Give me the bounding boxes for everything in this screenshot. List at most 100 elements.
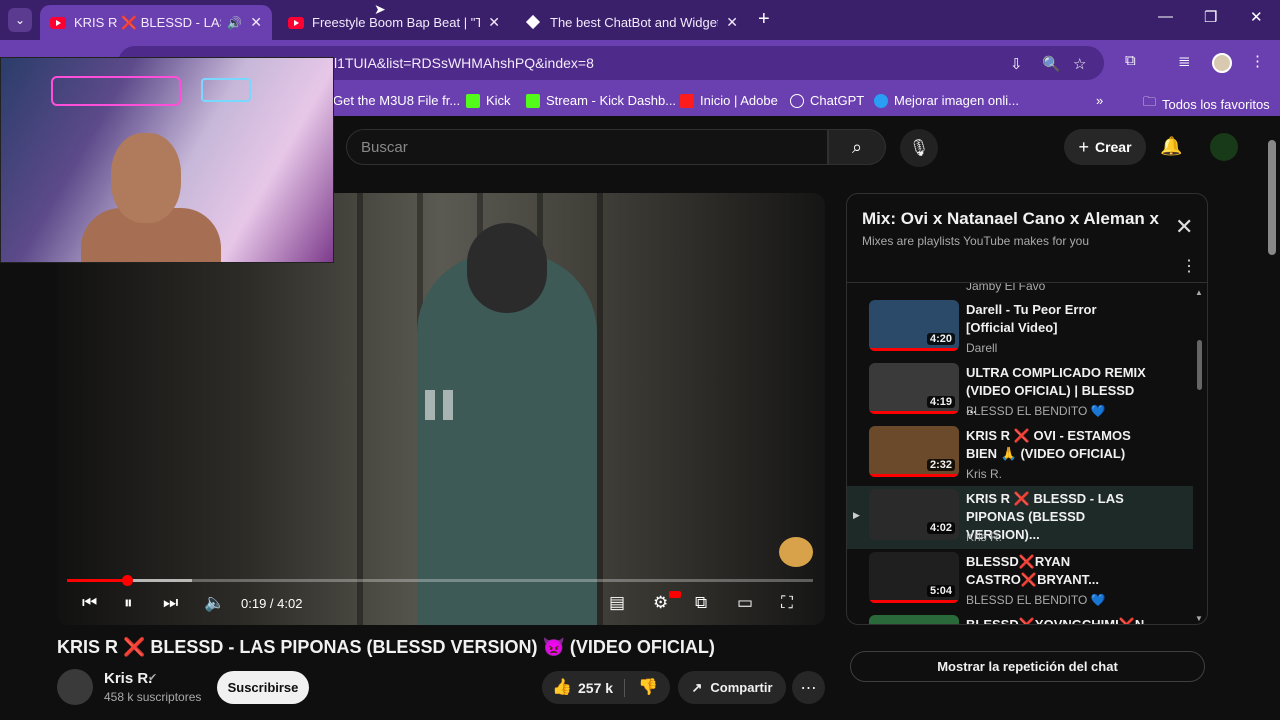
playlist-item[interactable]: 4:19 ULTRA COMPLICADO REMIX (VIDEO OFICI… [847, 360, 1193, 423]
tab-search-button[interactable]: ⌄ [8, 8, 32, 32]
all-favorites-folder[interactable]: 🗀 Todos los favoritos [1143, 93, 1270, 115]
item-title[interactable]: KRIS R ❌ OVI - ESTAMOS BIEN 🙏 (VIDEO OFI… [966, 427, 1146, 463]
settings-gear-icon[interactable]: ⚙ [653, 593, 668, 613]
thumbs-down-icon[interactable]: 👎 [638, 677, 658, 697]
bookmark-mejorar-imagen[interactable]: Mejorar imagen onli... [874, 93, 1019, 108]
subtitles-icon[interactable]: ▤ [609, 593, 625, 613]
browser-menu-icon[interactable]: ⋮ [1250, 52, 1265, 70]
more-actions-button[interactable]: ⋯ [792, 671, 825, 704]
url-text: l1TUIA&list=RDSsWHMAhshPQ&index=8 [334, 55, 594, 71]
like-divider [624, 679, 625, 697]
verified-badge-icon: ✔ [148, 672, 158, 684]
youtube-icon [288, 16, 304, 29]
like-dislike-group: 👍 257 k 👎 [542, 671, 670, 704]
kick-icon [526, 93, 540, 108]
playlist-menu-icon[interactable]: ⋮ [1181, 256, 1197, 276]
tab-chatbot-widgets[interactable]: The best ChatBot and Widgets ✕ [516, 5, 748, 40]
streamer-face [111, 133, 181, 223]
scroll-down-icon[interactable]: ▼ [1195, 614, 1203, 623]
bookmark-m3u8[interactable]: Get the M3U8 File fr... [333, 93, 460, 108]
tab-kris-r[interactable]: KRIS R ❌ BLESSD - LAS PIPONAS 🔊 ✕ [40, 5, 272, 40]
zoom-icon[interactable]: 🔍 [1042, 55, 1061, 73]
playlist-scrollbar[interactable] [1197, 340, 1202, 390]
progress-scrubber[interactable] [121, 575, 133, 586]
video-thumbnail[interactable] [869, 615, 959, 624]
pause-icon[interactable]: ⏸ [124, 593, 133, 613]
partial-item-channel: Jamby El Favo [966, 283, 1046, 293]
tab-title: Freestyle Boom Bap Beat | "TEN [312, 15, 481, 30]
playlist-item[interactable]: 2:32 KRIS R ❌ OVI - ESTAMOS BIEN 🙏 (VIDE… [847, 423, 1193, 486]
create-button[interactable]: + Crear [1064, 129, 1146, 165]
bookmark-adobe[interactable]: Inicio | Adobe [680, 93, 778, 108]
bookmark-star-icon[interactable]: ☆ [1073, 55, 1086, 73]
video-thumbnail[interactable]: 4:20 [869, 300, 959, 351]
install-app-icon[interactable]: ⇩ [1010, 55, 1023, 73]
window-close-icon[interactable]: ✕ [1250, 8, 1263, 26]
microphone-icon: 🎙 [908, 140, 930, 157]
channel-avatar[interactable] [57, 669, 93, 705]
video-thumbnail[interactable]: 5:04 [869, 552, 959, 603]
video-thumbnail[interactable]: 4:02 [869, 489, 959, 540]
item-title[interactable]: Darell - Tu Peor Error [Official Video] [966, 301, 1146, 337]
profile-avatar[interactable] [1212, 53, 1232, 73]
item-channel: BLESSD EL BENDITO 💙 [966, 404, 1106, 418]
notifications-bell-icon[interactable]: 🔔 [1160, 136, 1182, 157]
playlist-item[interactable]: 5:04 BLESSD❌RYAN CASTRO❌BRYANT... BLESSD… [847, 549, 1193, 612]
video-title: KRIS R ❌ BLESSD - LAS PIPONAS (BLESSD VE… [57, 637, 715, 657]
scroll-up-icon[interactable]: ▲ [1195, 288, 1203, 297]
search-button[interactable]: ⌕ [828, 129, 886, 165]
folder-icon: 🗀 [1143, 94, 1157, 109]
new-tab-button[interactable]: + [758, 8, 770, 31]
media-control-icon[interactable]: ≣ [1178, 52, 1191, 70]
playlist-item-current[interactable]: ▶ 4:02 KRIS R ❌ BLESSD - LAS PIPONAS (BL… [847, 486, 1193, 549]
miniplayer-icon[interactable]: ⧉ [695, 593, 707, 613]
extensions-icon[interactable]: ⧉ [1125, 52, 1136, 69]
close-icon[interactable]: ✕ [726, 14, 738, 31]
tab-title: KRIS R ❌ BLESSD - LAS PIPONAS [74, 14, 221, 30]
kick-icon [466, 93, 480, 108]
item-title[interactable]: BLESSD❌YOVNGCHIMI❌N... [966, 616, 1155, 624]
share-button[interactable]: ↗ Compartir [678, 671, 786, 704]
bookmarks-overflow-button[interactable]: » [1096, 93, 1103, 108]
tab-freestyle-beat[interactable]: Freestyle Boom Bap Beat | "TEN ✕ [278, 5, 510, 40]
subscribe-button[interactable]: Suscribirse [217, 671, 309, 704]
theater-mode-icon[interactable]: ▭ [737, 593, 753, 613]
item-channel: Kris R. [966, 467, 1002, 481]
search-icon: ⌕ [851, 136, 863, 157]
playlist-item[interactable]: 4:20 Darell - Tu Peor Error [Official Vi… [847, 297, 1193, 360]
playlist-item[interactable]: BLESSD❌YOVNGCHIMI❌N... [847, 612, 1193, 624]
close-icon[interactable]: ✕ [250, 14, 262, 31]
fullscreen-icon[interactable]: ⛶ [781, 593, 793, 613]
like-count[interactable]: 257 k [578, 680, 613, 696]
item-title[interactable]: BLESSD❌RYAN CASTRO❌BRYANT... [966, 553, 1146, 589]
plus-icon: + [1078, 136, 1089, 157]
show-chat-replay-button[interactable]: Mostrar la repetición del chat [850, 651, 1205, 682]
time-display: 0:19 / 4:02 [241, 596, 303, 611]
mouse-cursor-icon: ➤ [374, 1, 386, 17]
bookmark-kick[interactable]: Kick [466, 93, 511, 108]
minimize-icon[interactable]: — [1158, 8, 1173, 25]
voice-search-button[interactable]: 🎙 [900, 129, 938, 167]
thumbs-up-icon[interactable]: 👍 [552, 677, 572, 697]
previous-icon[interactable]: ⏮ [82, 593, 97, 613]
channel-name[interactable]: Kris R. [104, 670, 152, 687]
image-tool-icon [874, 93, 888, 108]
bookmark-chatgpt[interactable]: ChatGPT [790, 93, 864, 108]
close-icon[interactable]: ✕ [488, 14, 500, 31]
playlist-title[interactable]: Mix: Ovi x Natanael Cano x Aleman x Kris… [862, 209, 1162, 229]
video-thumbnail[interactable]: 4:19 [869, 363, 959, 414]
neon-sign-left [51, 76, 181, 106]
restore-icon[interactable]: ❐ [1204, 8, 1217, 26]
bookmark-kick-dashboard[interactable]: Stream - Kick Dashb... [526, 93, 676, 108]
next-icon[interactable]: ⏭ [163, 593, 178, 613]
page-scrollbar[interactable] [1268, 140, 1276, 255]
neon-sign-right [201, 78, 251, 102]
speaker-icon[interactable]: 🔊 [227, 16, 242, 30]
close-icon[interactable]: ✕ [1175, 214, 1193, 240]
account-avatar[interactable] [1210, 133, 1238, 161]
volume-icon[interactable]: 🔈 [204, 593, 225, 613]
search-input[interactable]: Buscar [346, 129, 828, 165]
video-thumbnail[interactable]: 2:32 [869, 426, 959, 477]
channel-watermark-icon[interactable] [779, 537, 813, 567]
item-channel: BLESSD EL BENDITO 💙 [966, 593, 1106, 607]
